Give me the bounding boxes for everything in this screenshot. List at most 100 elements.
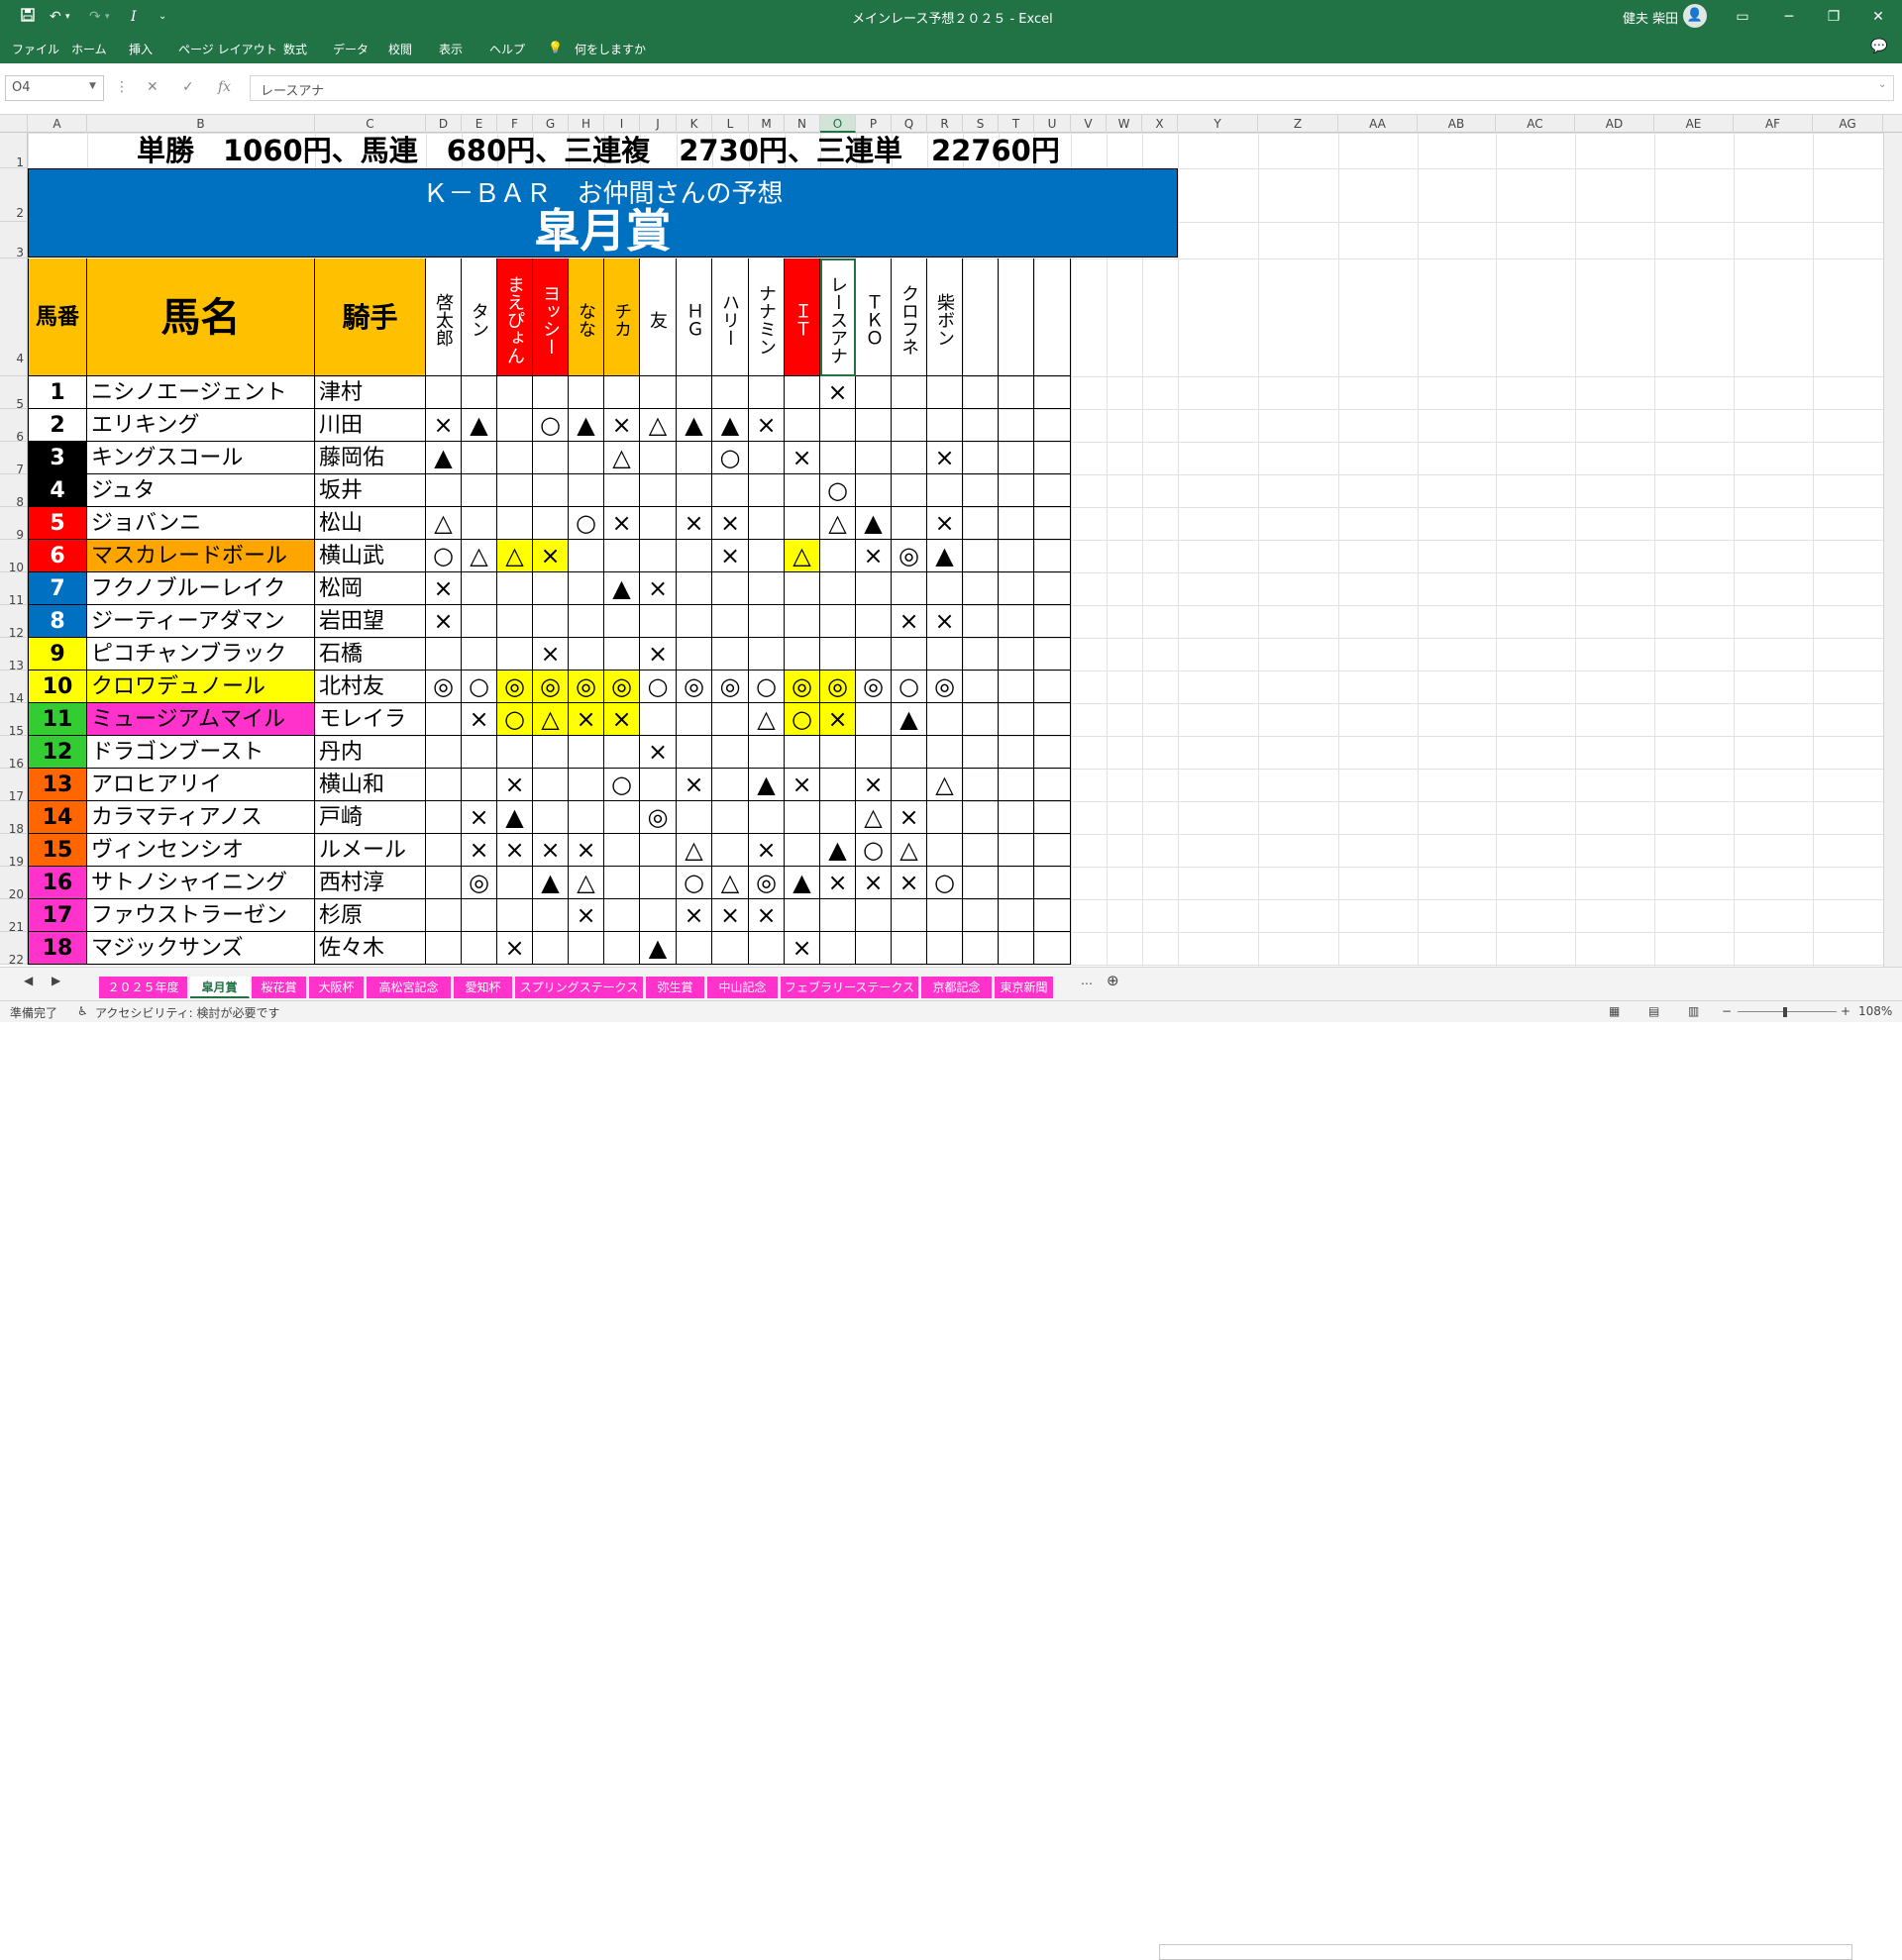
prediction-mark[interactable]: ×	[712, 540, 749, 572]
column-header-z[interactable]: Z	[1258, 115, 1338, 133]
prediction-mark[interactable]: ×	[462, 801, 497, 834]
prediction-mark[interactable]	[462, 605, 497, 638]
prediction-mark[interactable]: ▲	[677, 409, 712, 442]
prediction-mark[interactable]	[533, 899, 569, 932]
row-header-5[interactable]: 5	[0, 376, 28, 411]
prediction-mark[interactable]	[820, 540, 856, 572]
row-header-21[interactable]: 21	[0, 899, 28, 934]
zoom-slider[interactable]	[1738, 1011, 1837, 1012]
prediction-mark[interactable]	[927, 638, 963, 671]
row-header-19[interactable]: 19	[0, 834, 28, 869]
prediction-mark[interactable]	[856, 899, 892, 932]
prediction-mark[interactable]: ×	[497, 769, 533, 801]
user-name[interactable]: 健夫 柴田	[1623, 8, 1678, 27]
prediction-mark[interactable]: ×	[892, 801, 927, 834]
sheet-tab[interactable]: スプリングステークス	[515, 977, 644, 998]
empty-cell[interactable]	[963, 703, 999, 736]
empty-cell[interactable]	[963, 671, 999, 703]
prediction-mark[interactable]	[820, 572, 856, 605]
prediction-mark[interactable]	[677, 703, 712, 736]
prediction-mark[interactable]: ○	[426, 540, 462, 572]
empty-cell[interactable]	[999, 671, 1034, 703]
column-header-ag[interactable]: AG	[1813, 115, 1883, 133]
prediction-mark[interactable]	[820, 409, 856, 442]
prediction-mark[interactable]	[604, 638, 640, 671]
prediction-mark[interactable]	[749, 932, 785, 965]
redo-dropdown-icon[interactable]: ▾	[105, 7, 110, 27]
prediction-mark[interactable]	[497, 605, 533, 638]
prediction-mark[interactable]: ▲	[569, 409, 604, 442]
empty-cell[interactable]	[963, 932, 999, 965]
empty-cell[interactable]	[963, 474, 999, 507]
prediction-mark[interactable]	[569, 540, 604, 572]
row-header-3[interactable]: 3	[0, 222, 28, 259]
empty-cell[interactable]	[963, 409, 999, 442]
sheet-tab[interactable]: 大阪杯	[309, 977, 365, 998]
empty-cell[interactable]	[1034, 736, 1071, 769]
prediction-mark[interactable]	[677, 932, 712, 965]
row-header-20[interactable]: 20	[0, 867, 28, 901]
prediction-mark[interactable]	[927, 834, 963, 867]
prediction-mark[interactable]	[892, 899, 927, 932]
prediction-mark[interactable]	[927, 736, 963, 769]
empty-cell[interactable]	[963, 867, 999, 899]
empty-cell[interactable]	[999, 801, 1034, 834]
prediction-mark[interactable]	[497, 736, 533, 769]
empty-cell[interactable]	[1034, 540, 1071, 572]
prediction-mark[interactable]	[604, 474, 640, 507]
empty-header-cell[interactable]	[999, 258, 1034, 376]
prediction-mark[interactable]: ×	[533, 638, 569, 671]
sheet-tab[interactable]: 中山記念	[707, 977, 779, 998]
empty-cell[interactable]	[999, 507, 1034, 540]
row-header-22[interactable]: 22	[0, 932, 28, 967]
prediction-mark[interactable]	[462, 474, 497, 507]
prediction-mark[interactable]: ▲	[749, 769, 785, 801]
prediction-mark[interactable]: ○	[677, 867, 712, 899]
prediction-mark[interactable]: ○	[785, 703, 820, 736]
empty-cell[interactable]	[1034, 703, 1071, 736]
prediction-mark[interactable]	[426, 932, 462, 965]
row-header-10[interactable]: 10	[0, 540, 28, 574]
prediction-mark[interactable]	[426, 801, 462, 834]
prediction-mark[interactable]	[604, 867, 640, 899]
column-header-ad[interactable]: AD	[1575, 115, 1654, 133]
prediction-mark[interactable]	[712, 736, 749, 769]
normal-view-icon[interactable]: ▦	[1609, 1004, 1620, 1018]
prediction-mark[interactable]: ×	[856, 540, 892, 572]
empty-cell[interactable]	[963, 736, 999, 769]
tab-scroll-left-icon[interactable]: ◀	[24, 974, 33, 987]
zoom-in-icon[interactable]: +	[1841, 1004, 1850, 1018]
column-header-k[interactable]: K	[677, 115, 712, 133]
prediction-mark[interactable]	[569, 442, 604, 474]
empty-cell[interactable]	[963, 540, 999, 572]
prediction-mark[interactable]: ×	[462, 834, 497, 867]
minimize-icon[interactable]: ─	[1771, 4, 1807, 30]
prediction-mark[interactable]	[927, 409, 963, 442]
prediction-mark[interactable]	[640, 703, 677, 736]
prediction-mark[interactable]	[569, 474, 604, 507]
prediction-mark[interactable]	[640, 899, 677, 932]
prediction-mark[interactable]: ○	[497, 703, 533, 736]
prediction-mark[interactable]	[785, 376, 820, 409]
prediction-mark[interactable]	[712, 376, 749, 409]
row-header-2[interactable]: 2	[0, 168, 28, 222]
prediction-mark[interactable]: △	[749, 703, 785, 736]
vertical-scrollbar[interactable]	[1883, 133, 1902, 967]
prediction-mark[interactable]	[426, 736, 462, 769]
column-header-w[interactable]: W	[1107, 115, 1142, 133]
prediction-mark[interactable]	[927, 899, 963, 932]
column-header-ab[interactable]: AB	[1418, 115, 1496, 133]
prediction-mark[interactable]	[533, 474, 569, 507]
column-header-u[interactable]: U	[1034, 115, 1071, 133]
column-header-b[interactable]: B	[87, 115, 315, 133]
prediction-mark[interactable]	[640, 507, 677, 540]
prediction-mark[interactable]	[856, 932, 892, 965]
prediction-mark[interactable]: ○	[569, 507, 604, 540]
prediction-mark[interactable]	[426, 867, 462, 899]
page-break-view-icon[interactable]: ▥	[1688, 1004, 1699, 1018]
tab-help[interactable]: ヘルプ	[489, 41, 525, 57]
prediction-mark[interactable]: ×	[749, 899, 785, 932]
prediction-mark[interactable]: △	[892, 834, 927, 867]
maximize-icon[interactable]: ❐	[1816, 4, 1851, 30]
prediction-mark[interactable]	[712, 605, 749, 638]
